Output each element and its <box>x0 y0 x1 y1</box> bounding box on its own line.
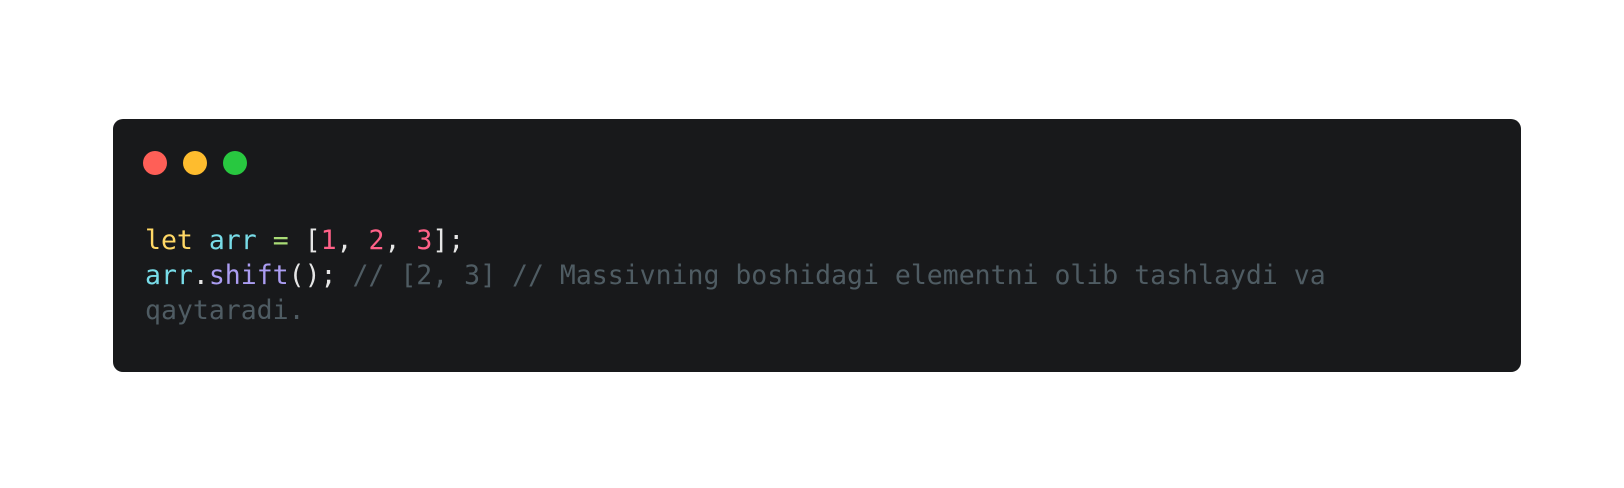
close-dot-icon[interactable] <box>143 151 167 175</box>
code-line-2: arr.shift(); // [2, 3] // Massivning bos… <box>145 258 1485 328</box>
punctuation-token: ]; <box>432 225 465 256</box>
code-line-1: let arr = [1, 2, 3]; <box>145 223 1485 258</box>
variable-token: arr <box>208 225 257 256</box>
variable-token: arr <box>145 260 193 291</box>
punctuation-token: , <box>384 225 417 256</box>
code-block: let arr = [1, 2, 3]; arr.shift(); // [2, … <box>145 223 1485 328</box>
number-token: 1 <box>320 225 337 256</box>
keyword-token: let <box>145 225 193 256</box>
code-window: let arr = [1, 2, 3]; arr.shift(); // [2, … <box>113 119 1521 372</box>
punctuation-token: [ <box>288 225 321 256</box>
number-token: 2 <box>368 225 385 256</box>
maximize-dot-icon[interactable] <box>223 151 247 175</box>
operator-token: = <box>272 225 289 256</box>
method-token: shift <box>208 260 289 291</box>
minimize-dot-icon[interactable] <box>183 151 207 175</box>
punctuation-token: (); <box>288 260 353 291</box>
number-token: 3 <box>416 225 433 256</box>
punctuation-token: . <box>192 260 209 291</box>
window-controls <box>143 151 247 175</box>
punctuation-token: , <box>336 225 369 256</box>
